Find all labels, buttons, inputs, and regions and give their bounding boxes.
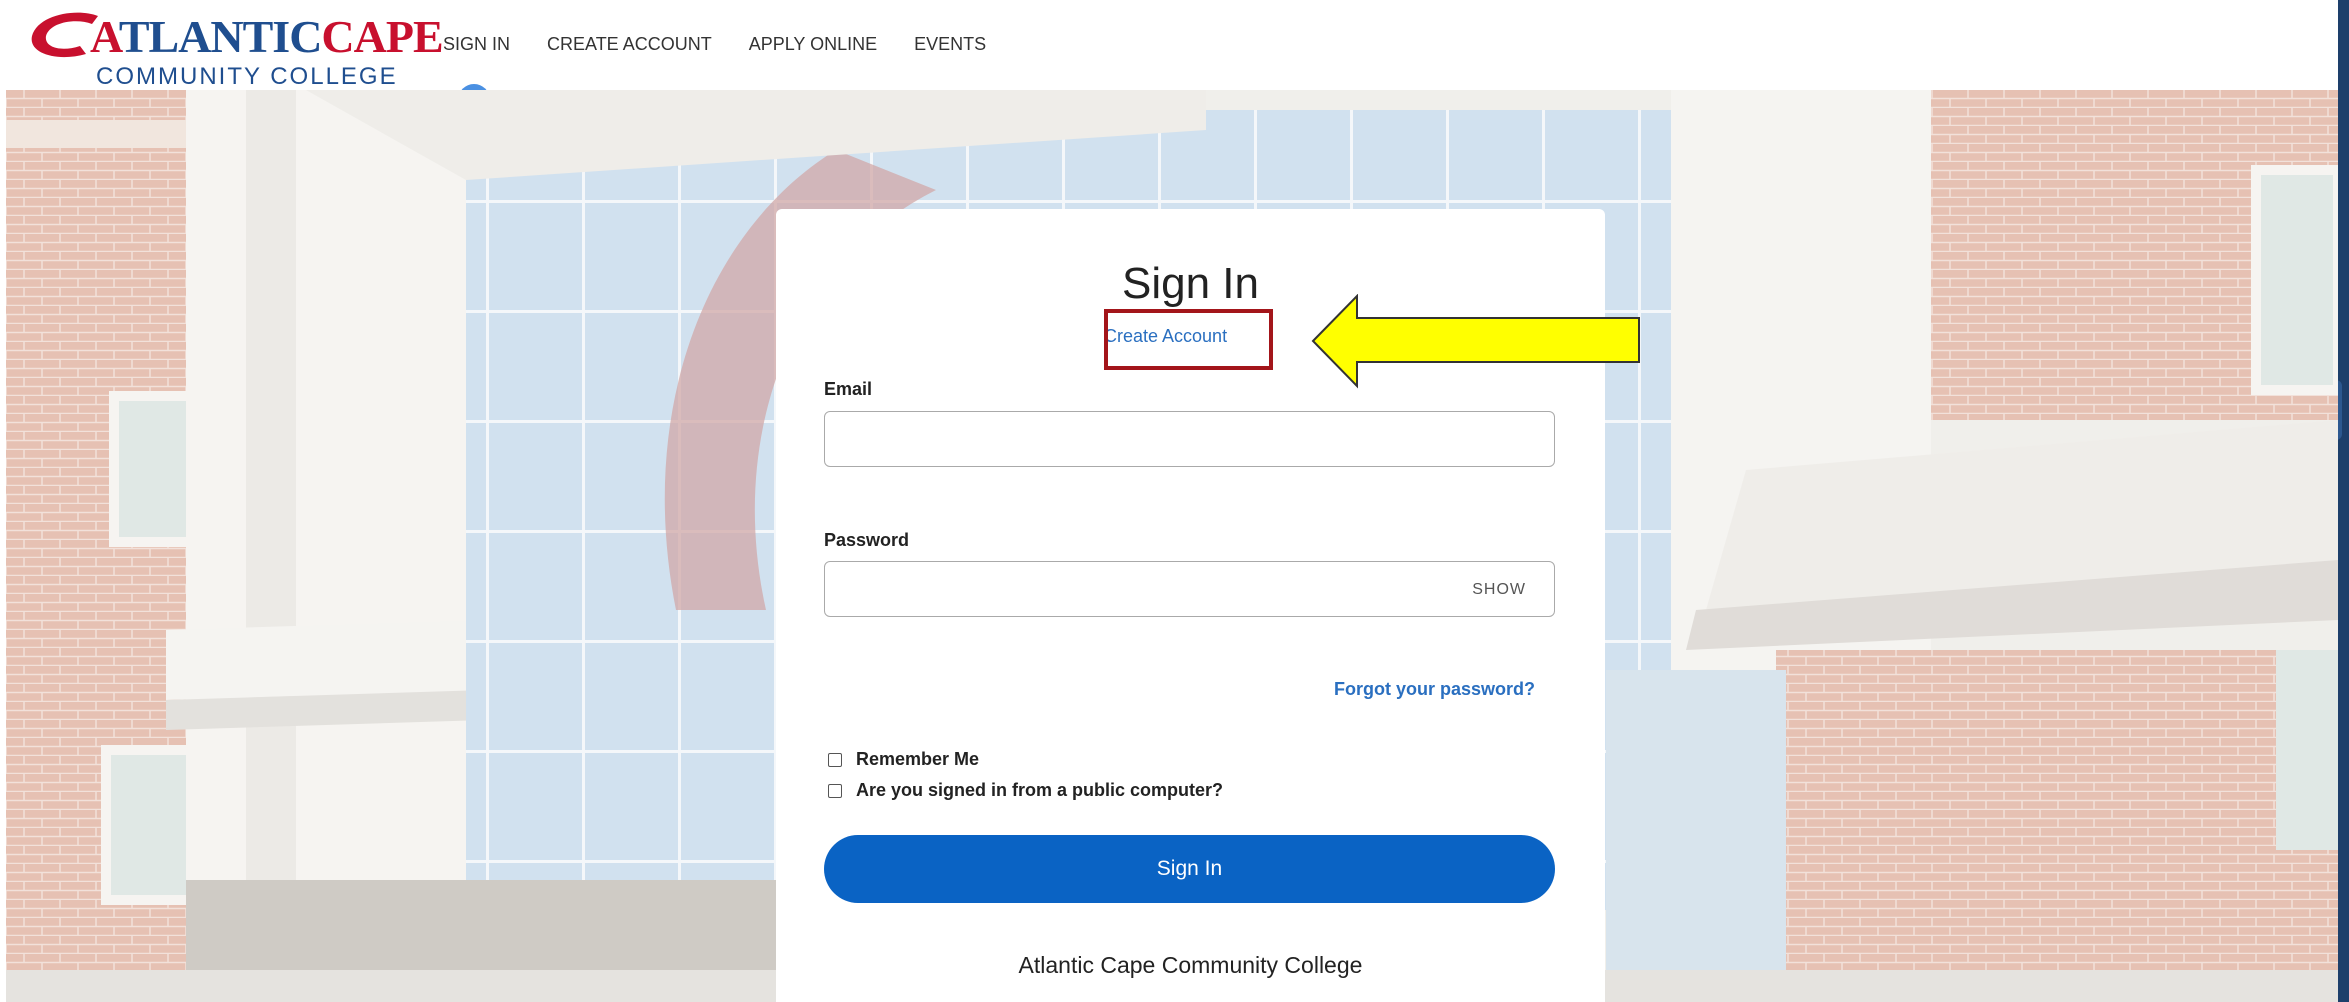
email-label: Email [824,379,873,399]
nav-sign-in[interactable]: SIGN IN [443,34,510,55]
nav-events[interactable]: EVENTS [914,34,986,55]
logo-wordmark: ATLANTICCAPE [90,11,444,62]
create-account-highlight-box [1104,309,1273,370]
public-computer-checkbox[interactable] [828,783,842,798]
show-password-button[interactable]: SHOW [1472,581,1526,599]
remember-me-checkbox[interactable] [828,752,842,767]
nav-create-account[interactable]: CREATE ACCOUNT [547,34,712,55]
right-edge-decoration [2328,0,2349,1002]
public-computer-row[interactable]: Are you signed in from a public computer… [828,780,1223,801]
remember-me-row[interactable]: Remember Me [828,749,979,770]
site-header: ATLANTICCAPE COMMUNITY COLLEGE SIGN IN C… [0,0,2338,100]
password-field[interactable]: SHOW [824,561,1555,617]
footer-college-name: Atlantic Cape Community College [1018,952,1363,978]
nav-apply-online[interactable]: APPLY ONLINE [749,34,877,55]
password-label: Password [824,530,910,550]
college-logo[interactable]: ATLANTICCAPE COMMUNITY COLLEGE [28,6,444,94]
remember-me-label: Remember Me [856,749,980,769]
main-nav: SIGN IN CREATE ACCOUNT APPLY ONLINE EVEN… [443,34,1023,55]
public-computer-label: Are you signed in from a public computer… [856,780,1224,800]
sign-in-button[interactable]: Sign In [824,835,1555,903]
forgot-password-link[interactable]: Forgot your password? [1334,679,1535,700]
logo-subtitle: COMMUNITY COLLEGE [96,63,398,90]
pointer-arrow-icon [1311,294,1640,389]
email-field[interactable] [824,411,1555,467]
